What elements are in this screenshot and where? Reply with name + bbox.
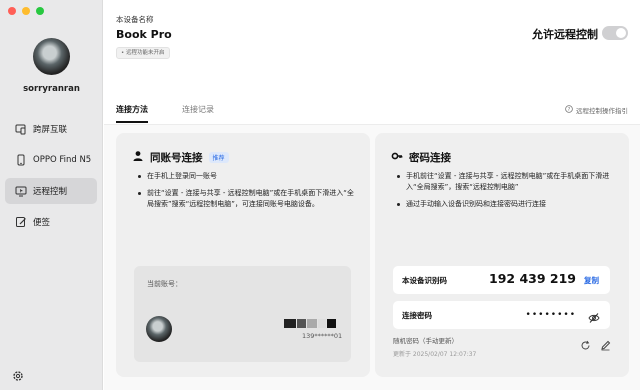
person-icon xyxy=(132,150,144,165)
password-panel: 密码连接 手机前往“设置 - 连接与共享 - 远程控制电脑”或在手机桌面下滑进入… xyxy=(375,133,629,377)
remote-control-icon xyxy=(15,185,27,197)
zoom-window-button[interactable] xyxy=(36,7,44,15)
same-account-title-row: 同账号连接 推荐 xyxy=(132,150,229,165)
password-updated-time: 更新于 2025/02/07 12:07:37 xyxy=(393,351,477,358)
account-avatar xyxy=(146,316,172,342)
user-avatar[interactable] xyxy=(33,38,70,75)
sidebar-item-phone[interactable]: OPPO Find N5 xyxy=(5,147,97,173)
redacted-name-block xyxy=(327,319,336,328)
redacted-name-block xyxy=(297,319,306,328)
sidebar-item-label: 跨屏互联 xyxy=(33,125,68,135)
username: sorryranran xyxy=(23,84,80,94)
sidebar-item-label: OPPO Find N5 xyxy=(33,155,92,165)
device-id-row: 本设备识别码 192 439 219 复制 xyxy=(393,266,610,294)
help-icon: ? xyxy=(565,105,573,115)
device-caption: 本设备名称 xyxy=(116,15,154,24)
password-title: 密码连接 xyxy=(409,152,451,164)
device-id-label: 本设备识别码 xyxy=(402,276,447,285)
sidebar-item-cross-screen[interactable]: 跨屏互联 xyxy=(5,116,97,142)
key-icon xyxy=(391,150,403,165)
sidebar-nav: 跨屏互联 OPPO Find N5 远程控制 便签 xyxy=(5,116,97,240)
eye-off-icon[interactable] xyxy=(588,309,600,323)
device-name: Book Pro xyxy=(116,28,172,41)
list-item: 前往“设置 - 连接与共享 - 远程控制电脑”或在手机桌面下滑进入“全局搜索”搜… xyxy=(138,188,358,210)
svg-text:?: ? xyxy=(568,107,571,113)
password-value: •••••••• xyxy=(525,310,576,320)
password-steps: 手机前往“设置 - 连接与共享 - 远程控制电脑”或在手机桌面下滑进入“全局搜索… xyxy=(397,171,617,216)
tab-connection-history[interactable]: 连接记录 xyxy=(182,104,214,121)
sidebar-item-note[interactable]: 便签 xyxy=(5,209,97,235)
same-account-title: 同账号连接 xyxy=(150,152,203,164)
device-id-value: 192 439 219 xyxy=(489,271,576,286)
tab-connection-method[interactable]: 连接方法 xyxy=(116,104,148,123)
same-account-panel: 同账号连接 推荐 在手机上登录同一账号 前往“设置 - 连接与共享 - 远程控制… xyxy=(116,133,370,377)
sidebar-item-label: 远程控制 xyxy=(33,187,68,197)
recommended-badge: 推荐 xyxy=(208,152,229,163)
password-title-row: 密码连接 xyxy=(391,150,451,165)
remote-guide-link[interactable]: ? 远程控制操作指引 xyxy=(565,105,628,115)
edit-icon[interactable] xyxy=(600,336,611,351)
refresh-icon[interactable] xyxy=(580,336,591,350)
redacted-name-block xyxy=(318,319,326,328)
sidebar: sorryranran 跨屏互联 OPPO Find N5 远程控制 便签 xyxy=(0,0,103,390)
password-row: 连接密码 •••••••• xyxy=(393,301,610,329)
minimize-window-button[interactable] xyxy=(22,7,30,15)
redacted-name-block xyxy=(307,319,317,328)
note-icon xyxy=(15,216,27,228)
main-content: 本设备名称 Book Pro • 远程功能未开启 允许远程控制 连接方法 连接记… xyxy=(104,0,640,390)
random-password-label: 随机密码（手动更新） xyxy=(393,337,458,345)
list-item: 在手机上登录同一账号 xyxy=(138,171,358,182)
list-item: 手机前往“设置 - 连接与共享 - 远程控制电脑”或在手机桌面下滑进入“全局搜索… xyxy=(397,171,617,193)
allow-remote-toggle[interactable] xyxy=(602,26,628,40)
cross-screen-icon xyxy=(15,123,27,135)
copy-button[interactable]: 复制 xyxy=(584,275,599,286)
sidebar-item-label: 便签 xyxy=(33,218,51,228)
tab-bar: 连接方法 连接记录 ? 远程控制操作指引 xyxy=(104,95,640,125)
list-item: 通过手动输入设备识别码和连接密码进行连接 xyxy=(397,199,617,210)
account-phone: 139******01 xyxy=(302,332,343,340)
same-account-steps: 在手机上登录同一账号 前往“设置 - 连接与共享 - 远程控制电脑”或在手机桌面… xyxy=(138,171,358,216)
device-header: 本设备名称 Book Pro • 远程功能未开启 允许远程控制 xyxy=(104,0,640,95)
settings-icon[interactable] xyxy=(12,367,24,381)
phone-icon xyxy=(15,154,27,166)
close-window-button[interactable] xyxy=(8,7,16,15)
redacted-name-block xyxy=(284,319,296,328)
password-label: 连接密码 xyxy=(402,311,432,320)
window-controls xyxy=(8,7,44,15)
remote-status-badge: • 远程功能未开启 xyxy=(116,47,170,59)
sidebar-item-remote-control[interactable]: 远程控制 xyxy=(5,178,97,204)
guide-label: 远程控制操作指引 xyxy=(576,107,628,115)
current-account-card: 当前账号： 139******01 xyxy=(134,266,351,362)
current-account-caption: 当前账号： xyxy=(147,280,182,288)
allow-remote-label: 允许远程控制 xyxy=(532,28,598,41)
